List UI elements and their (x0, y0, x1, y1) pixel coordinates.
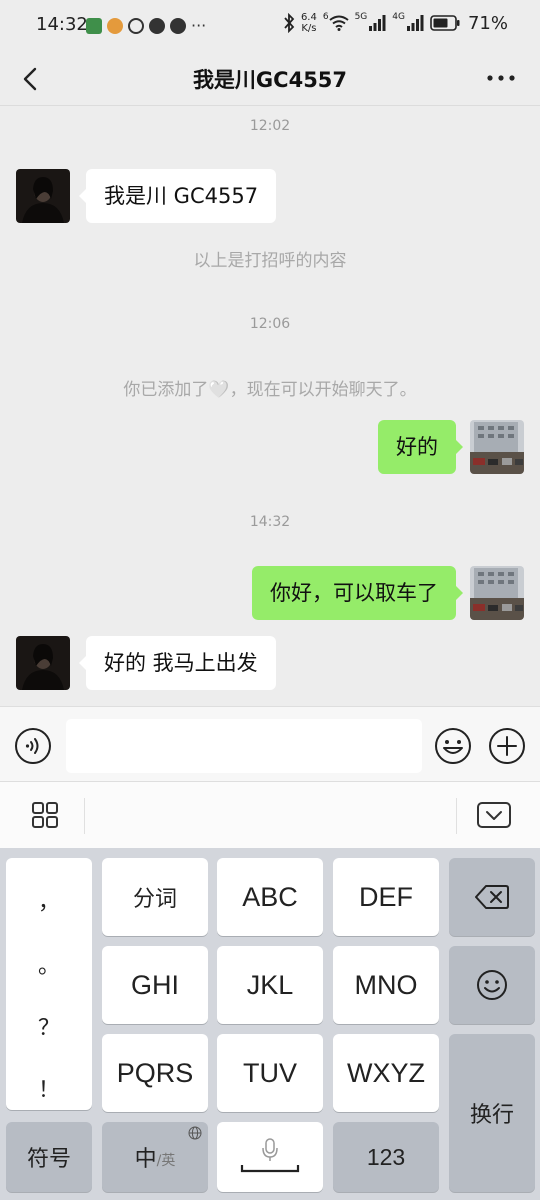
emoji-icon[interactable] (434, 727, 472, 765)
bluetooth-icon (284, 13, 295, 33)
backspace-key[interactable] (449, 858, 535, 936)
globe-icon (188, 1126, 202, 1140)
plus-icon[interactable] (488, 727, 526, 765)
key-wxyz[interactable]: WXYZ (333, 1034, 439, 1112)
keyboard: ， 。 ？ ！ 分词 ABC DEF GHI JKL MNO PQRS TUV … (0, 848, 540, 1200)
punct-key-exclaim[interactable]: ！ (6, 1072, 92, 1104)
contact-avatar[interactable] (16, 169, 70, 223)
avatar-image (16, 169, 70, 223)
more-icon[interactable] (484, 64, 518, 92)
app-notification-icon (86, 17, 102, 34)
key-pqrs[interactable]: PQRS (102, 1034, 208, 1112)
backspace-icon (475, 885, 509, 909)
status-bar: 14:32 ··· 6.4 K/s 6 5G 4G 71% (0, 0, 540, 52)
grid-icon[interactable] (30, 800, 60, 830)
punctuation-column[interactable]: ， 。 ？ ！ (6, 858, 92, 1110)
key-jkl[interactable]: JKL (217, 946, 323, 1024)
status-right: 6.4 K/s 6 5G 4G 71% (283, 12, 508, 34)
4g-label: 4G (392, 12, 405, 22)
language-key[interactable]: 中 /英 (102, 1122, 208, 1192)
message-bubble-incoming[interactable]: 好的 我马上出发 (79, 636, 276, 690)
signal-icon (406, 15, 424, 31)
avatar-image (470, 566, 524, 620)
wifi-icon (328, 15, 349, 31)
system-message: 以上是打招呼的内容 (193, 251, 347, 271)
network-speed: 6.4 K/s (301, 12, 317, 34)
5g-label: 5G (354, 12, 368, 22)
space-key[interactable] (217, 1122, 323, 1192)
mic-icon (240, 1138, 300, 1173)
message-input-bar (0, 706, 540, 782)
network-speed-value: 6.4 (300, 12, 317, 23)
enter-key[interactable]: 换行 (449, 1034, 535, 1192)
punct-key-question[interactable]: ？ (6, 1010, 92, 1042)
symbols-key[interactable]: 符号 (6, 1122, 92, 1192)
punct-key-period[interactable]: 。 (6, 948, 92, 980)
message-bubble-incoming[interactable]: 我是川 GC4557 (78, 169, 277, 223)
timestamp: 14:32 (249, 514, 291, 530)
app-notification-icon (107, 17, 123, 34)
status-time: 14:32 (36, 14, 88, 35)
keyboard-hide-icon[interactable] (476, 800, 512, 830)
network-speed-unit: K/s (301, 23, 317, 34)
system-message: 你已添加了🤍，现在可以开始聊天了。 (123, 380, 417, 400)
language-main-label: 中 (134, 1147, 157, 1172)
timestamp: 12:02 (249, 118, 291, 134)
key-fenci[interactable]: 分词 (102, 858, 208, 936)
numbers-key[interactable]: 123 (333, 1122, 439, 1192)
contact-avatar[interactable] (16, 636, 70, 690)
toolbar-divider (456, 798, 457, 834)
key-ghi[interactable]: GHI (102, 946, 208, 1024)
my-avatar[interactable] (470, 420, 524, 474)
language-sub-label: /英 (156, 1153, 176, 1169)
alarm-icon (128, 17, 144, 34)
emoji-key[interactable] (449, 946, 535, 1024)
key-def[interactable]: DEF (333, 858, 439, 936)
key-mno[interactable]: MNO (333, 946, 439, 1024)
chat-area[interactable]: 12:02 我是川 GC4557 以上是打招呼的内容 12:06 你已添加了🤍，… (0, 106, 540, 706)
message-input[interactable] (66, 719, 422, 773)
voice-icon[interactable] (14, 727, 52, 765)
avatar-image (470, 420, 524, 474)
message-bubble-outgoing[interactable]: 好的 (378, 420, 463, 474)
key-abc[interactable]: ABC (217, 858, 323, 936)
key-tuv[interactable]: TUV (217, 1034, 323, 1112)
avatar-image (16, 636, 70, 690)
notification-icons: ··· (86, 16, 206, 35)
toolbar-divider (84, 798, 85, 834)
smiley-icon (477, 970, 507, 1000)
heart-icon (149, 17, 165, 34)
more-notifications-icon: ··· (191, 16, 207, 35)
wechat-icon (170, 17, 186, 34)
timestamp: 12:06 (249, 316, 291, 332)
chat-header: 我是川GC4557 (0, 52, 540, 106)
punct-key-comma[interactable]: ， (6, 884, 92, 916)
keyboard-toolbar (0, 782, 540, 848)
battery-percent: 71% (467, 12, 508, 34)
chat-title: 我是川GC4557 (192, 68, 348, 92)
signal-icon (369, 15, 386, 31)
message-bubble-outgoing[interactable]: 你好，可以取车了 (252, 566, 463, 620)
my-avatar[interactable] (470, 566, 524, 620)
battery-icon (430, 15, 460, 31)
